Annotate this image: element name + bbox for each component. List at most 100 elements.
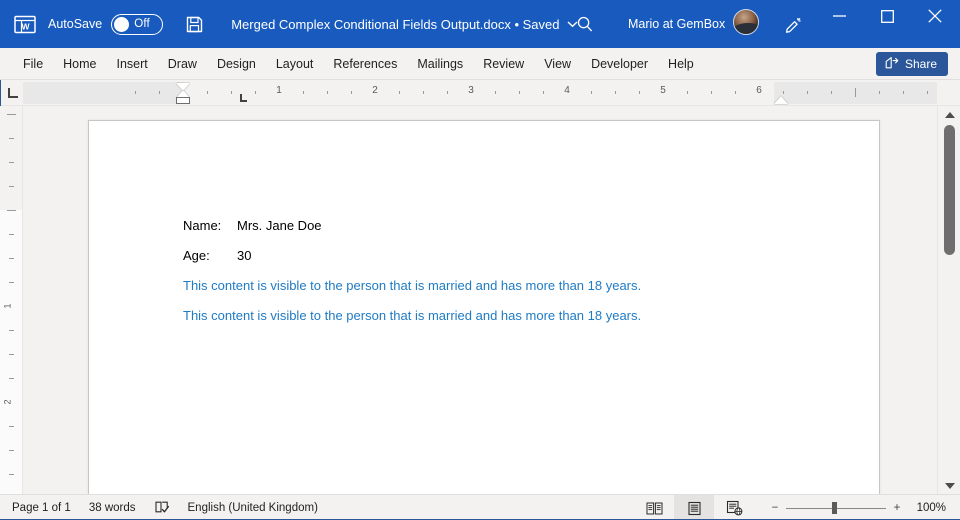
ruler-tick [543, 91, 544, 94]
tab-help[interactable]: Help [658, 48, 704, 80]
tab-layout[interactable]: Layout [266, 48, 324, 80]
vruler-tick [7, 210, 16, 211]
ruler-tick [831, 91, 832, 94]
vruler-tick [9, 474, 14, 475]
ruler-tick [495, 91, 496, 94]
search-icon[interactable] [571, 11, 599, 37]
tab-stop-marker[interactable] [240, 94, 247, 102]
ruler-tick [135, 91, 136, 94]
zoom-slider-thumb[interactable] [832, 502, 837, 514]
right-indent-marker[interactable] [774, 96, 788, 104]
ruler-tick [351, 91, 352, 94]
ruler-tick [447, 91, 448, 94]
proofing-check-icon[interactable] [145, 495, 179, 520]
word-count[interactable]: 38 words [80, 495, 145, 520]
vruler-tick [9, 354, 14, 355]
document-title: Merged Complex Conditional Fields Output… [231, 17, 559, 32]
tab-design[interactable]: Design [207, 48, 266, 80]
ruler-tick [855, 88, 856, 97]
ruler-tick [783, 91, 784, 94]
pen-annotate-icon[interactable] [779, 11, 807, 37]
zoom-slider[interactable] [786, 495, 886, 520]
field-label-name: Name: [183, 211, 237, 241]
close-icon[interactable] [912, 0, 958, 32]
ruler-tick [735, 91, 736, 94]
scroll-down-arrow-icon [945, 483, 955, 489]
tab-view[interactable]: View [534, 48, 581, 80]
vertical-scrollbar[interactable] [937, 106, 960, 494]
scroll-down-arrow[interactable] [938, 477, 960, 494]
scroll-thumb[interactable] [944, 125, 955, 255]
share-person-icon [885, 56, 899, 72]
ruler-tick [903, 91, 904, 94]
language-indicator[interactable]: English (United Kingdom) [179, 495, 327, 520]
document-body[interactable]: Name:Mrs. Jane Doe Age:30 This content i… [183, 211, 839, 331]
tab-developer[interactable]: Developer [581, 48, 658, 80]
ruler-tick [255, 91, 256, 94]
vruler-tick [9, 186, 14, 187]
print-layout-icon[interactable] [674, 495, 714, 520]
zoom-out-button[interactable]: − [764, 495, 786, 520]
web-layout-icon[interactable] [714, 495, 754, 520]
save-disk-icon[interactable] [179, 10, 209, 38]
ruler-number: 5 [660, 85, 666, 96]
vruler-text-zone [0, 210, 23, 494]
ruler-tick [591, 91, 592, 94]
ruler-tick [207, 91, 208, 94]
ruler-tick [519, 91, 520, 94]
share-button[interactable]: Share [876, 52, 948, 76]
vruler-tick [7, 114, 16, 115]
tab-home[interactable]: Home [53, 48, 106, 80]
tab-references[interactable]: References [323, 48, 407, 80]
tab-review[interactable]: Review [473, 48, 534, 80]
tab-insert[interactable]: Insert [107, 48, 158, 80]
autosave-state: Off [134, 18, 150, 30]
share-label: Share [905, 57, 937, 71]
ruler-number: 4 [564, 85, 570, 96]
left-indent-marker[interactable] [176, 97, 190, 104]
vruler-tick [9, 330, 14, 331]
read-mode-icon[interactable] [634, 495, 674, 520]
svg-text:W: W [21, 21, 30, 31]
ruler-tick [399, 91, 400, 94]
document-canvas[interactable]: Name:Mrs. Jane Doe Age:30 This content i… [23, 106, 937, 494]
zoom-controls: − + 100% [764, 495, 950, 520]
vruler-tick [9, 162, 14, 163]
autosave-toggle[interactable]: Off [111, 14, 163, 35]
ruler-tick [687, 91, 688, 94]
autosave-label: AutoSave [48, 17, 102, 31]
document-line-name: Name:Mrs. Jane Doe [183, 211, 839, 241]
ruler-number: 2 [372, 85, 378, 96]
maximize-icon[interactable] [864, 0, 910, 32]
scroll-up-arrow[interactable] [938, 106, 960, 123]
avatar[interactable] [733, 9, 759, 35]
zoom-in-button[interactable]: + [886, 495, 908, 520]
zoom-level[interactable]: 100% [908, 502, 950, 514]
tab-file[interactable]: File [13, 48, 53, 80]
document-page[interactable]: Name:Mrs. Jane Doe Age:30 This content i… [88, 120, 880, 494]
ruler-tick [879, 91, 880, 94]
vruler-tick [9, 426, 14, 427]
vruler-number: 1 [3, 303, 13, 308]
ruler-tick [639, 91, 640, 94]
ruler-tick [303, 91, 304, 94]
document-title-button[interactable]: Merged Complex Conditional Fields Output… [231, 17, 577, 32]
status-bar: Page 1 of 1 38 words English (United Kin… [0, 494, 960, 520]
vruler-number: 2 [3, 399, 13, 404]
account-name: Mario at GemBox [628, 17, 725, 31]
horizontal-ruler[interactable]: 123456 [0, 80, 960, 106]
field-label-age: Age: [183, 241, 237, 271]
tab-mailings[interactable]: Mailings [407, 48, 473, 80]
page-indicator[interactable]: Page 1 of 1 [3, 495, 80, 520]
ruler-ticks: 123456 [0, 80, 960, 106]
account-button[interactable]: Mario at GemBox [628, 13, 759, 35]
tab-draw[interactable]: Draw [158, 48, 207, 80]
toggle-knob [114, 17, 129, 32]
minimize-icon[interactable] [816, 0, 862, 32]
vruler-tick [9, 258, 14, 259]
vertical-ruler[interactable]: 12 [0, 106, 23, 494]
ribbon-tab-bar: File Home Insert Draw Design Layout Refe… [0, 48, 960, 80]
ruler-tick [615, 91, 616, 94]
word-window: W AutoSave Off Merged Complex Conditiona… [0, 0, 960, 520]
ruler-number: 3 [468, 85, 474, 96]
